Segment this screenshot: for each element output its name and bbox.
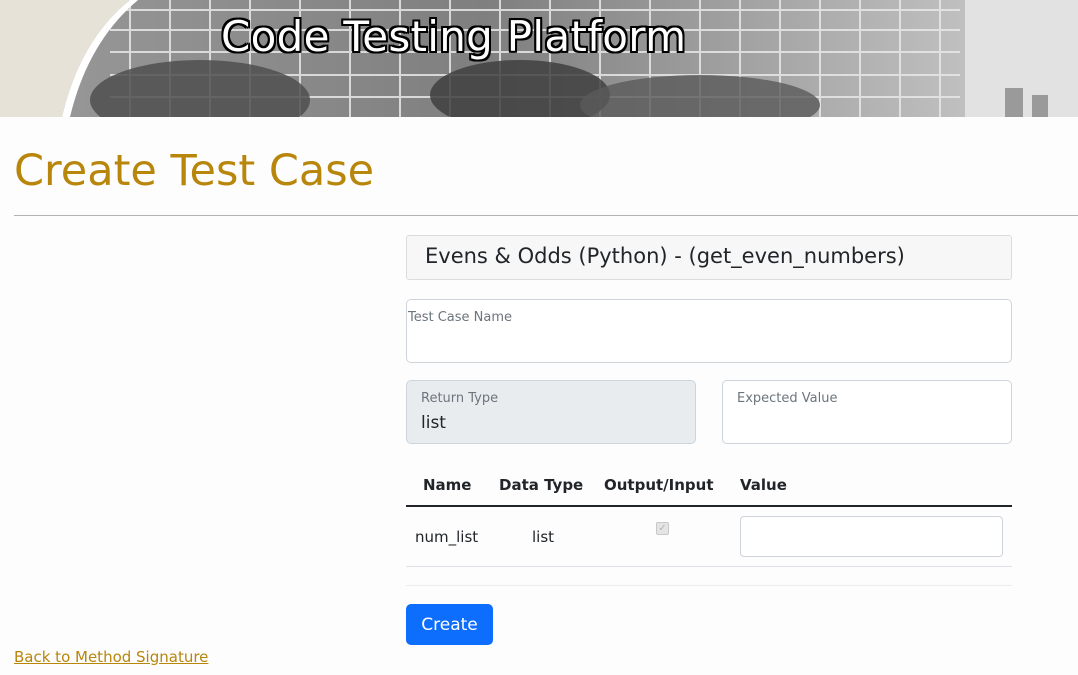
param-name: num_list bbox=[415, 528, 479, 546]
output-input-checkbox: ✓ bbox=[656, 522, 669, 535]
title-divider bbox=[14, 215, 1078, 216]
return-type-label: Return Type bbox=[421, 391, 499, 406]
return-type-value: list bbox=[421, 413, 446, 433]
table-bottom-divider bbox=[406, 585, 1012, 586]
expected-value-label: Expected Value bbox=[737, 391, 838, 406]
site-title: Code Testing Platform bbox=[221, 12, 687, 61]
column-header-output-input: Output/Input bbox=[604, 476, 714, 494]
back-to-method-signature-link[interactable]: Back to Method Signature bbox=[14, 648, 208, 666]
column-header-name: Name bbox=[423, 476, 472, 494]
expected-value-field[interactable]: Expected Value bbox=[722, 380, 1012, 444]
return-type-field: Return Type list bbox=[406, 380, 696, 444]
page-title: Create Test Case bbox=[14, 146, 375, 196]
param-data-type: list bbox=[532, 528, 555, 546]
create-button[interactable]: Create bbox=[406, 604, 493, 645]
expected-value-input[interactable] bbox=[737, 411, 999, 437]
row-divider bbox=[406, 566, 1012, 567]
column-header-data-type: Data Type bbox=[499, 476, 584, 494]
table-header-divider bbox=[406, 505, 1012, 507]
header-banner: Code Testing Platform bbox=[0, 0, 1078, 117]
param-value-input[interactable] bbox=[740, 516, 1003, 557]
test-case-name-input[interactable] bbox=[421, 330, 1001, 356]
method-heading: Evens & Odds (Python) - (get_even_number… bbox=[406, 235, 1012, 280]
test-case-name-field[interactable]: Test Case Name bbox=[406, 299, 1012, 363]
column-header-value: Value bbox=[740, 476, 787, 494]
test-case-name-label: Test Case Name bbox=[408, 310, 513, 325]
